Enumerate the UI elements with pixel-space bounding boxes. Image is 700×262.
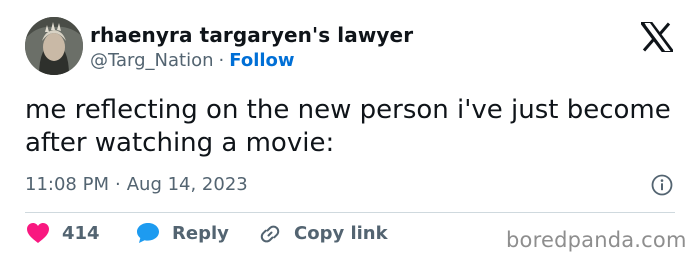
like-button[interactable]: 414 xyxy=(26,222,100,244)
copy-link-button[interactable]: Copy link xyxy=(258,222,388,244)
profile-photo xyxy=(25,17,83,75)
x-logo-icon[interactable] xyxy=(641,22,673,52)
link-icon xyxy=(260,225,280,243)
watermark: boredpanda.com xyxy=(506,228,687,252)
copy-link-label: Copy link xyxy=(294,222,388,244)
heart-icon xyxy=(27,223,49,243)
tweet-time: 11:08 PM xyxy=(25,174,109,195)
tweet-date: Aug 14, 2023 xyxy=(126,174,248,195)
reply-button[interactable]: Reply xyxy=(136,222,229,244)
tweet-card: rhaenyra targaryen's lawyer @Targ_Nation… xyxy=(0,0,700,262)
display-name[interactable]: rhaenyra targaryen's lawyer xyxy=(90,23,413,47)
reply-label: Reply xyxy=(172,222,229,244)
avatar[interactable] xyxy=(25,17,83,75)
follow-button[interactable]: Follow xyxy=(229,50,294,71)
user-handle[interactable]: @Targ_Nation xyxy=(90,50,214,71)
reply-bubble-icon xyxy=(137,223,159,243)
timestamp[interactable]: 11:08 PM · Aug 14, 2023 xyxy=(25,174,248,195)
divider xyxy=(25,212,675,213)
handle-separator: · xyxy=(218,50,225,71)
info-icon[interactable] xyxy=(651,174,673,196)
handle-row: @Targ_Nation · Follow xyxy=(90,50,295,71)
tweet-text: me reflecting on the new person i've jus… xyxy=(25,95,671,158)
timestamp-separator: · xyxy=(114,174,121,195)
like-count: 414 xyxy=(62,222,100,244)
